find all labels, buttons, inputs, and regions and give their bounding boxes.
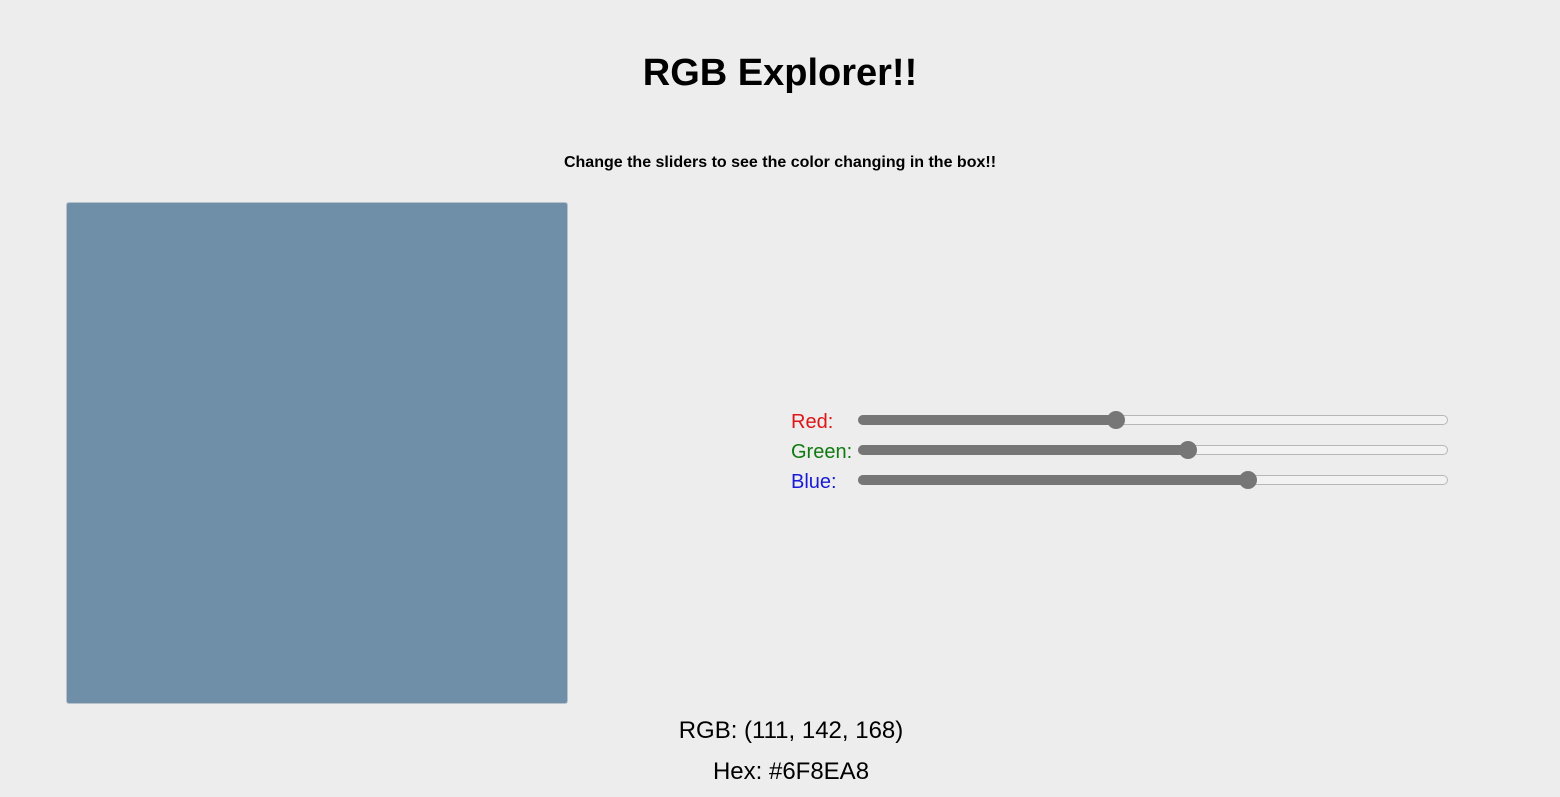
blue-slider-thumb[interactable]: [1238, 471, 1257, 489]
green-slider[interactable]: [858, 441, 1448, 459]
page-title: RGB Explorer!!: [642, 52, 918, 94]
slider-row-green: Green:: [791, 436, 1451, 466]
slider-panel: Red: Green: Blue:: [791, 406, 1451, 496]
blue-slider-fill: [858, 475, 1247, 485]
slider-row-red: Red:: [791, 406, 1451, 436]
hex-readout: Hex: #6F8EA8: [712, 758, 870, 785]
green-slider-thumb[interactable]: [1178, 441, 1197, 459]
page: RGB Explorer!! Change the sliders to see…: [0, 0, 1560, 797]
red-slider-fill: [858, 415, 1115, 425]
slider-row-blue: Blue:: [791, 466, 1451, 496]
red-label: Red:: [791, 411, 834, 433]
green-label: Green:: [791, 441, 853, 463]
blue-slider[interactable]: [858, 471, 1448, 489]
green-slider-fill: [858, 445, 1187, 455]
red-slider-thumb[interactable]: [1106, 411, 1125, 429]
page-subtitle: Change the sliders to see the color chan…: [563, 154, 997, 171]
red-slider[interactable]: [858, 411, 1448, 429]
rgb-readout: RGB: (111, 142, 168): [678, 717, 904, 744]
color-preview-box: [66, 202, 568, 704]
blue-label: Blue:: [791, 471, 837, 493]
